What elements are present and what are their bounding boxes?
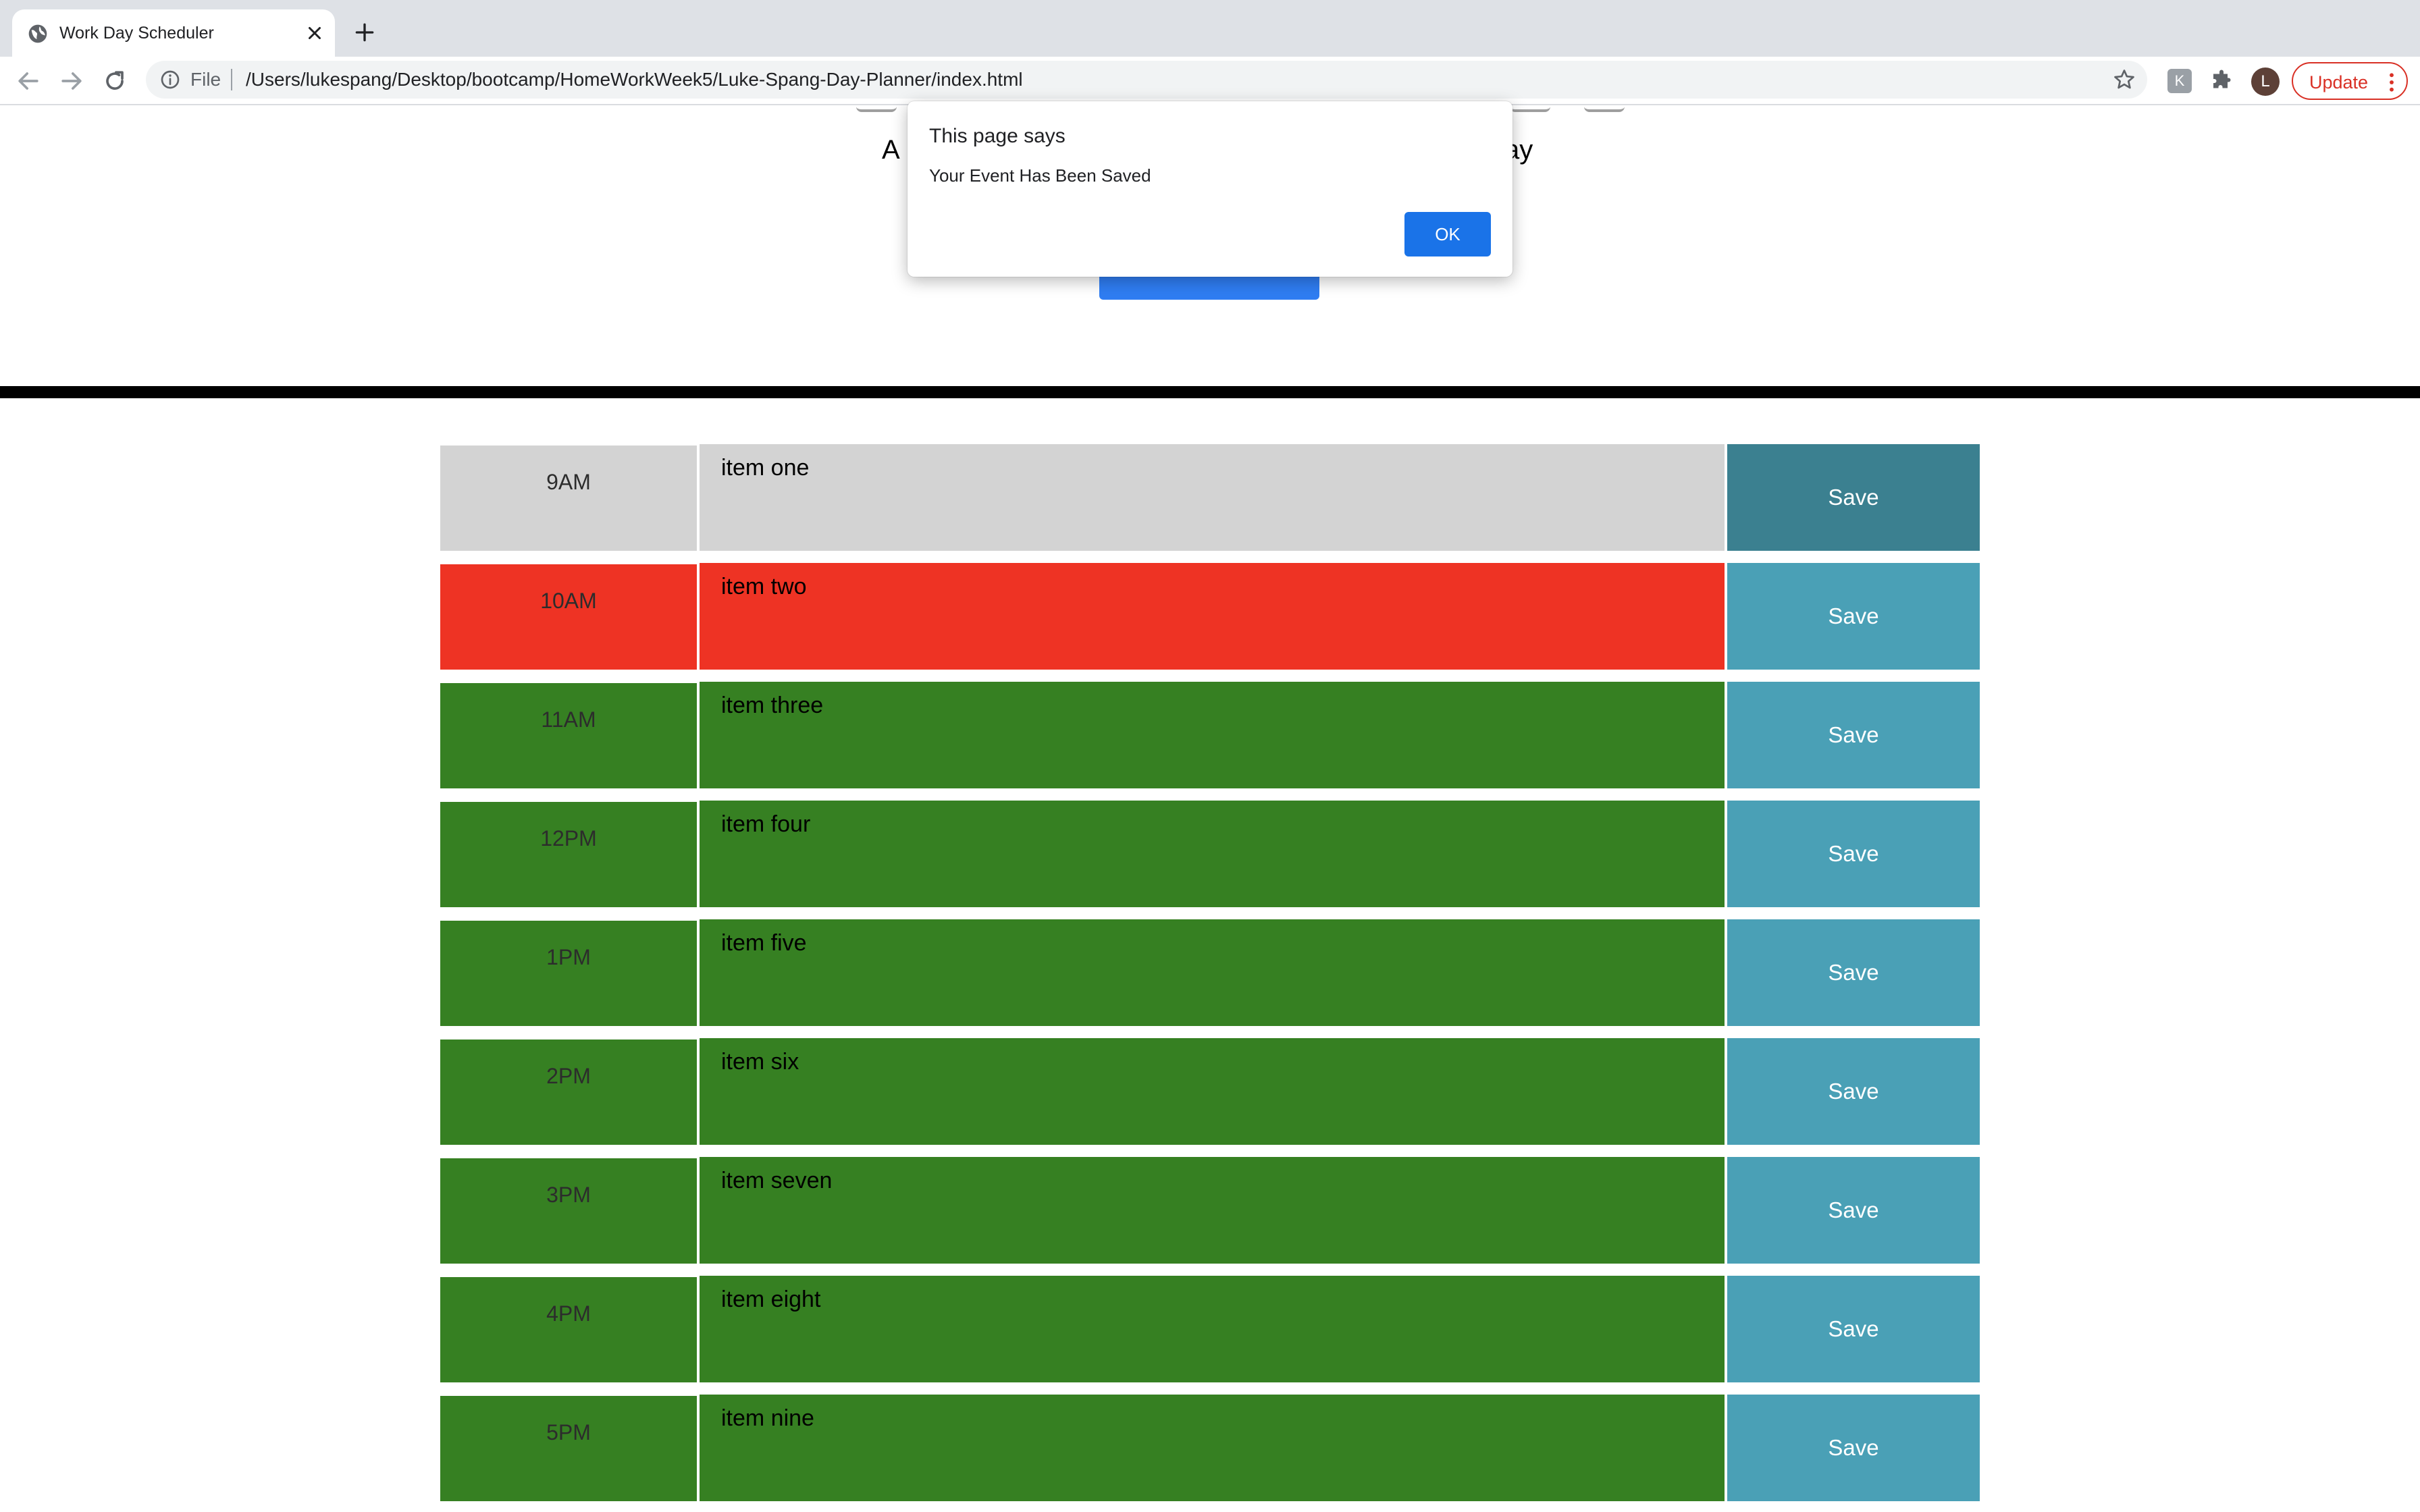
- time-block-row: 10AM item two Save: [440, 563, 1980, 670]
- forward-arrow-icon[interactable]: [57, 66, 86, 96]
- event-textarea[interactable]: item nine: [697, 1395, 1725, 1501]
- event-textarea[interactable]: item four: [697, 801, 1725, 907]
- event-textarea[interactable]: item seven: [697, 1157, 1725, 1264]
- url-scheme: File: [190, 69, 221, 90]
- kebab-menu-icon: [2390, 73, 2394, 92]
- bookmark-star-icon[interactable]: [2112, 68, 2136, 92]
- info-icon[interactable]: [159, 69, 181, 90]
- back-arrow-icon[interactable]: [14, 66, 43, 96]
- save-button[interactable]: Save: [1725, 444, 1980, 551]
- hour-label: 5PM: [440, 1395, 697, 1501]
- alert-dialog: This page says Your Event Has Been Saved…: [908, 101, 1512, 277]
- save-button[interactable]: Save: [1725, 1038, 1980, 1145]
- title-fragment: [1584, 107, 1625, 112]
- browser-toolbar: File /Users/lukespang/Desktop/bootcamp/H…: [0, 57, 2420, 105]
- extension-icon[interactable]: K: [2167, 69, 2192, 93]
- event-textarea[interactable]: item five: [697, 919, 1725, 1026]
- title-fragment: [856, 107, 897, 112]
- event-textarea[interactable]: item two: [697, 563, 1725, 670]
- reload-icon[interactable]: [100, 66, 130, 96]
- save-button[interactable]: Save: [1725, 563, 1980, 670]
- save-button[interactable]: Save: [1725, 919, 1980, 1026]
- save-button[interactable]: Save: [1725, 1157, 1980, 1264]
- event-textarea[interactable]: item three: [697, 682, 1725, 788]
- ok-button[interactable]: OK: [1404, 212, 1491, 256]
- time-block-row: 12PM item four Save: [440, 801, 1980, 907]
- time-block-row: 9AM item one Save: [440, 444, 1980, 551]
- time-block-row: 5PM item nine Save: [440, 1395, 1980, 1501]
- hour-label: 10AM: [440, 563, 697, 670]
- hour-label: 2PM: [440, 1038, 697, 1145]
- hour-label: 11AM: [440, 682, 697, 788]
- update-button[interactable]: Update: [2292, 62, 2408, 100]
- tab-title: Work Day Scheduler: [59, 24, 214, 43]
- time-block-row: 4PM item eight Save: [440, 1276, 1980, 1382]
- address-bar[interactable]: File /Users/lukespang/Desktop/bootcamp/H…: [146, 61, 2147, 99]
- time-block-row: 11AM item three Save: [440, 682, 1980, 788]
- close-icon[interactable]: [302, 21, 327, 45]
- event-textarea[interactable]: item one: [697, 444, 1725, 551]
- lead-text-fragment: A: [882, 135, 900, 165]
- hour-label: 1PM: [440, 919, 697, 1026]
- save-button[interactable]: Save: [1725, 682, 1980, 788]
- dialog-title: This page says: [929, 125, 1066, 147]
- dialog-message: Your Event Has Been Saved: [929, 165, 1151, 186]
- url-text[interactable]: /Users/lukespang/Desktop/bootcamp/HomeWo…: [246, 68, 1023, 91]
- header-button-partial[interactable]: [1099, 273, 1319, 300]
- event-textarea[interactable]: item six: [697, 1038, 1725, 1145]
- title-fragment: [1510, 107, 1550, 112]
- save-button[interactable]: Save: [1725, 801, 1980, 907]
- tab-strip: Work Day Scheduler: [0, 0, 2420, 57]
- hour-label: 12PM: [440, 801, 697, 907]
- save-button[interactable]: Save: [1725, 1395, 1980, 1501]
- planner: 9AM item one Save 10AM item two Save 11A…: [440, 444, 1980, 1512]
- hour-label: 4PM: [440, 1276, 697, 1382]
- update-label: Update: [2309, 72, 2369, 92]
- url-separator: [231, 69, 232, 90]
- extensions-puzzle-icon[interactable]: [2209, 69, 2234, 93]
- new-tab-icon[interactable]: [351, 19, 378, 46]
- time-block-row: 2PM item six Save: [440, 1038, 1980, 1145]
- hour-label: 3PM: [440, 1157, 697, 1264]
- time-block-row: 1PM item five Save: [440, 919, 1980, 1026]
- browser-tab[interactable]: Work Day Scheduler: [12, 9, 335, 57]
- globe-icon: [28, 24, 47, 43]
- profile-avatar[interactable]: L: [2251, 68, 2280, 96]
- save-button[interactable]: Save: [1725, 1276, 1980, 1382]
- hour-label: 9AM: [440, 444, 697, 551]
- time-block-row: 3PM item seven Save: [440, 1157, 1980, 1264]
- header-divider: [0, 386, 2420, 398]
- event-textarea[interactable]: item eight: [697, 1276, 1725, 1382]
